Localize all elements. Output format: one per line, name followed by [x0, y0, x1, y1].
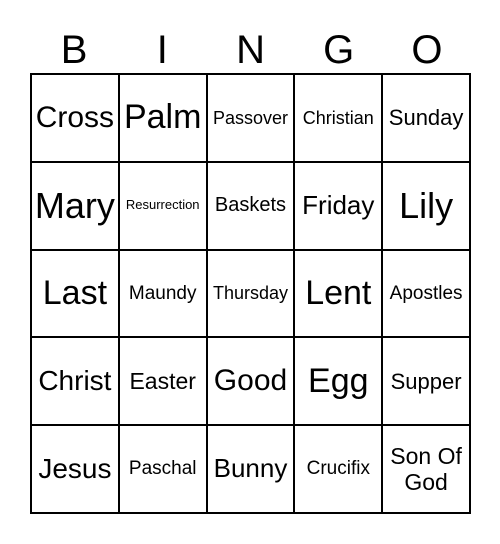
bingo-cell[interactable]: Jesus: [31, 425, 119, 513]
bingo-cell[interactable]: Sunday: [382, 74, 470, 162]
bingo-cell[interactable]: Bunny: [206, 425, 295, 513]
bingo-cell[interactable]: Lent: [294, 249, 383, 338]
bingo-cell[interactable]: Supper: [382, 337, 470, 426]
bingo-cell[interactable]: Palm: [118, 74, 207, 162]
bingo-cell[interactable]: Good: [206, 337, 295, 426]
bingo-cell[interactable]: Baskets: [206, 161, 295, 250]
bingo-cell[interactable]: Egg: [294, 337, 383, 426]
header-letter-i: I: [156, 28, 168, 72]
bingo-cell[interactable]: Passover: [206, 74, 295, 162]
bingo-cell[interactable]: Crucifix: [294, 425, 383, 513]
header-letter-n: N: [236, 28, 265, 72]
bingo-cell[interactable]: Lily: [382, 161, 470, 250]
bingo-cell[interactable]: Friday: [294, 161, 383, 250]
bingo-cell[interactable]: Easter: [118, 337, 207, 426]
bingo-cell[interactable]: Paschal: [118, 425, 207, 513]
bingo-cell[interactable]: Thursday: [206, 249, 295, 338]
bingo-cell[interactable]: Last: [31, 249, 119, 338]
bingo-cell[interactable]: Mary: [31, 161, 119, 250]
bingo-cell[interactable]: Maundy: [118, 249, 207, 338]
header-letter-g: G: [323, 28, 355, 72]
bingo-cell[interactable]: Apostles: [382, 249, 470, 338]
header-letter-b: B: [60, 28, 88, 72]
bingo-cell[interactable]: Son Of God: [382, 425, 470, 513]
bingo-cell[interactable]: Christian: [294, 74, 383, 162]
bingo-grid: Cross Palm Passover Christian Sunday Mar…: [30, 73, 471, 514]
header-letter-o: O: [411, 28, 443, 72]
bingo-header: B I N G O: [30, 28, 471, 72]
bingo-cell[interactable]: Christ: [31, 337, 119, 426]
bingo-cell[interactable]: Cross: [31, 74, 119, 162]
bingo-cell[interactable]: Resurrection: [118, 161, 207, 250]
